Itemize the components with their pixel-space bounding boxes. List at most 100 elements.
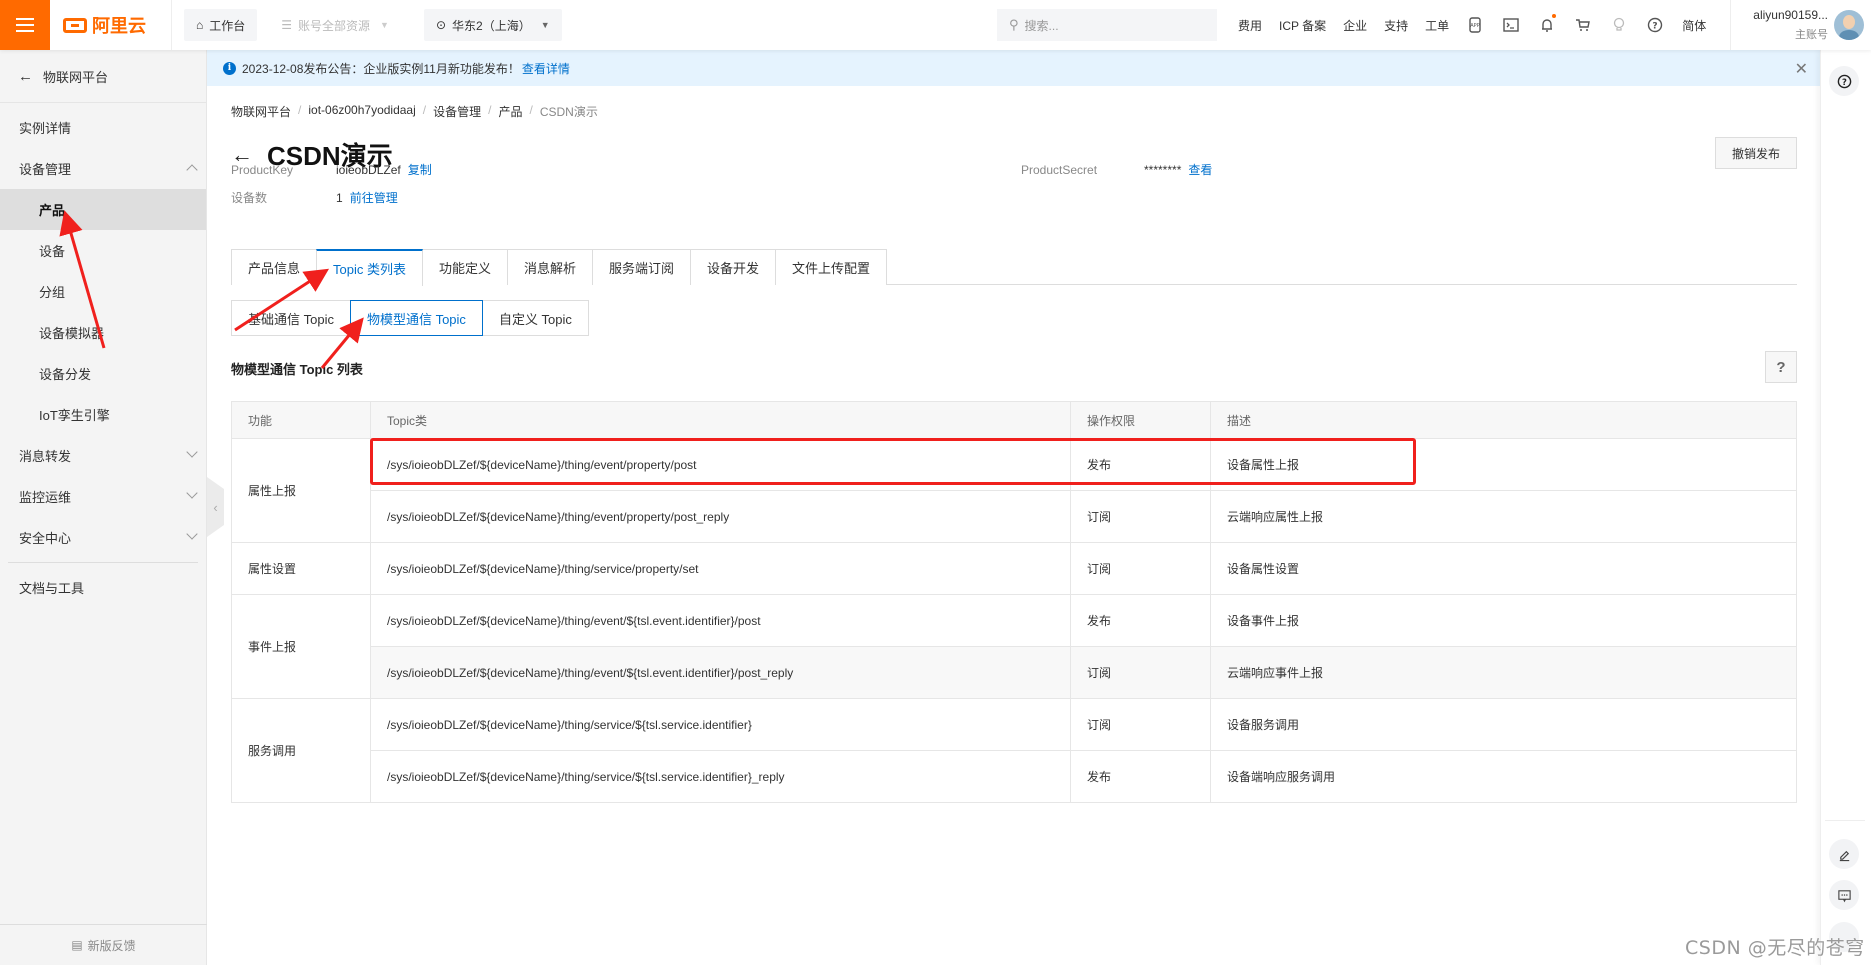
product-key-label: ProductKey [231, 162, 294, 177]
help-rail-button[interactable]: ? [1829, 66, 1859, 96]
breadcrumb-device-management[interactable]: 设备管理 [433, 103, 481, 120]
manage-devices-link[interactable]: 前往管理 [350, 189, 398, 206]
breadcrumb-separator: / [488, 103, 492, 117]
sidebar-item-products[interactable]: 产品 [0, 189, 206, 230]
sidebar-item-label: 设备 [39, 244, 66, 259]
permission-cell: 订阅 [1070, 698, 1211, 751]
icp-link[interactable]: ICP 备案 [1279, 17, 1326, 34]
description-cell: 设备事件上报 [1210, 594, 1797, 647]
sidebar-item-iot-twin-engine[interactable]: IoT孪生引擎 [0, 394, 206, 435]
tab-device-development[interactable]: 设备开发 [690, 249, 777, 285]
sidebar-item-docs-tools[interactable]: 文档与工具 [0, 567, 206, 608]
edit-rail-button[interactable] [1829, 839, 1859, 869]
chat-icon [1837, 889, 1851, 902]
global-search-input[interactable]: ⚲ 搜索... [997, 9, 1217, 41]
sidebar-item-devices[interactable]: 设备 [0, 230, 206, 271]
more-rail-button[interactable] [1829, 922, 1859, 952]
topic-cell: /sys/ioieobDLZef/${deviceName}/thing/ser… [370, 542, 1071, 595]
tab-file-upload-config[interactable]: 文件上传配置 [775, 249, 888, 285]
permission-cell: 订阅 [1070, 490, 1211, 543]
terminal-icon[interactable] [1502, 17, 1519, 34]
home-icon: ⌂ [196, 18, 204, 32]
feedback-button[interactable]: ▤ 新版反馈 [0, 924, 207, 965]
breadcrumb-separator: / [298, 103, 302, 117]
sidebar-item-device-simulator[interactable]: 设备模拟器 [0, 312, 206, 353]
workbench-button[interactable]: ⌂ 工作台 [184, 9, 258, 41]
feedback-label: 新版反馈 [87, 938, 136, 953]
aliyun-logo[interactable]: 阿里云 [50, 0, 172, 50]
unpublish-button[interactable]: 撤销发布 [1715, 137, 1797, 169]
user-menu[interactable]: aliyun90159... 主账号 [1730, 0, 1871, 50]
help-button[interactable]: ? [1765, 351, 1797, 383]
pencil-icon [1839, 850, 1849, 861]
announcement-banner: i 2023-12-08发布公告：企业版实例11月新功能发布！ 查看详情 ✕ [207, 50, 1820, 86]
subtab-basic-topic[interactable]: 基础通信 Topic [231, 300, 351, 336]
sidebar-item-device-distribution[interactable]: 设备分发 [0, 353, 206, 394]
permission-cell: 发布 [1070, 750, 1211, 803]
view-secret-link[interactable]: 查看 [1188, 161, 1212, 178]
description-cell: 设备属性上报 [1210, 438, 1797, 491]
cart-icon[interactable] [1574, 17, 1591, 34]
location-pin-icon: ⊙ [435, 18, 447, 32]
menu-toggle-button[interactable] [0, 0, 50, 50]
sidebar-item-label: 消息转发 [19, 449, 72, 464]
subtab-custom-topic[interactable]: 自定义 Topic [481, 300, 589, 336]
notification-dot [1552, 13, 1557, 18]
permission-cell: 订阅 [1070, 542, 1211, 595]
column-header-description: 描述 [1210, 401, 1797, 439]
table-row: /sys/ioieobDLZef/${deviceName}/thing/ser… [232, 750, 1797, 803]
language-switch[interactable]: 简体 [1682, 17, 1706, 34]
enterprise-link[interactable]: 企业 [1343, 17, 1367, 34]
description-cell: 设备服务调用 [1210, 698, 1797, 751]
description-cell: 云端响应事件上报 [1210, 646, 1797, 699]
breadcrumb-instance[interactable]: iot-06z00h7yodidaaj [308, 103, 415, 120]
tab-message-parsing[interactable]: 消息解析 [507, 249, 594, 285]
device-count-row: 设备数 1 前往管理 [231, 189, 398, 206]
sidebar-item-label: 安全中心 [19, 531, 72, 546]
sidebar-collapse-handle[interactable]: ‹ [207, 477, 224, 537]
resource-group-select[interactable]: ☰ 账号全部资源 ▼ [269, 9, 401, 41]
tab-product-info[interactable]: 产品信息 [231, 249, 318, 285]
sidebar-item-groups[interactable]: 分组 [0, 271, 206, 312]
copy-link[interactable]: 复制 [408, 161, 432, 178]
close-icon[interactable]: ✕ [1795, 59, 1808, 79]
breadcrumb-iot-platform[interactable]: 物联网平台 [231, 103, 291, 120]
search-placeholder: 搜索... [1024, 18, 1059, 33]
product-secret-value: ******** [1144, 162, 1182, 177]
sidebar-item-label: 产品 [39, 203, 66, 218]
column-header-function: 功能 [231, 401, 371, 439]
announcement-details-link[interactable]: 查看详情 [522, 60, 570, 77]
product-key-row: ProductKey ioieobDLZef 复制 [231, 161, 432, 178]
table-header-row: 功能 Topic类 操作权限 描述 [231, 401, 1797, 439]
back-to-iot-platform[interactable]: ← 物联网平台 [0, 50, 206, 103]
avatar[interactable] [1834, 10, 1864, 40]
subtab-tsl-topic[interactable]: 物模型通信 Topic [349, 300, 483, 336]
sidebar-item-label: IoT孪生引擎 [39, 408, 110, 423]
permission-cell: 发布 [1070, 438, 1211, 491]
region-select[interactable]: ⊙ 华东2（上海） ▼ [423, 9, 562, 41]
sidebar-item-security-center[interactable]: 安全中心 [0, 517, 206, 558]
breadcrumb-products[interactable]: 产品 [498, 103, 522, 120]
help-icon[interactable]: ? [1646, 17, 1663, 34]
chevron-up-icon [186, 164, 198, 176]
sidebar-item-message-forwarding[interactable]: 消息转发 [0, 435, 206, 476]
breadcrumb-separator: / [422, 103, 427, 117]
svg-text:?: ? [1652, 22, 1657, 32]
user-name: aliyun90159... [1753, 8, 1828, 22]
tab-function-definition[interactable]: 功能定义 [421, 249, 508, 285]
app-icon[interactable]: APP [1466, 17, 1483, 34]
table-row: /sys/ioieobDLZef/${deviceName}/thing/eve… [232, 490, 1797, 543]
chat-rail-button[interactable] [1829, 880, 1859, 910]
sidebar-divider [8, 562, 198, 563]
ticket-link[interactable]: 工单 [1425, 17, 1449, 34]
billing-link[interactable]: 费用 [1238, 17, 1262, 34]
tab-server-subscription[interactable]: 服务端订阅 [592, 249, 692, 285]
topic-cell: /sys/ioieobDLZef/${deviceName}/thing/eve… [370, 438, 1071, 491]
sidebar-item-device-management[interactable]: 设备管理 [0, 148, 206, 189]
lightbulb-icon[interactable] [1610, 17, 1627, 34]
bell-icon[interactable] [1538, 13, 1557, 34]
support-link[interactable]: 支持 [1384, 17, 1408, 34]
tab-topic-list[interactable]: Topic 类列表 [316, 249, 423, 286]
sidebar-item-instance-details[interactable]: 实例详情 [0, 107, 206, 148]
sidebar-item-monitoring[interactable]: 监控运维 [0, 476, 206, 517]
